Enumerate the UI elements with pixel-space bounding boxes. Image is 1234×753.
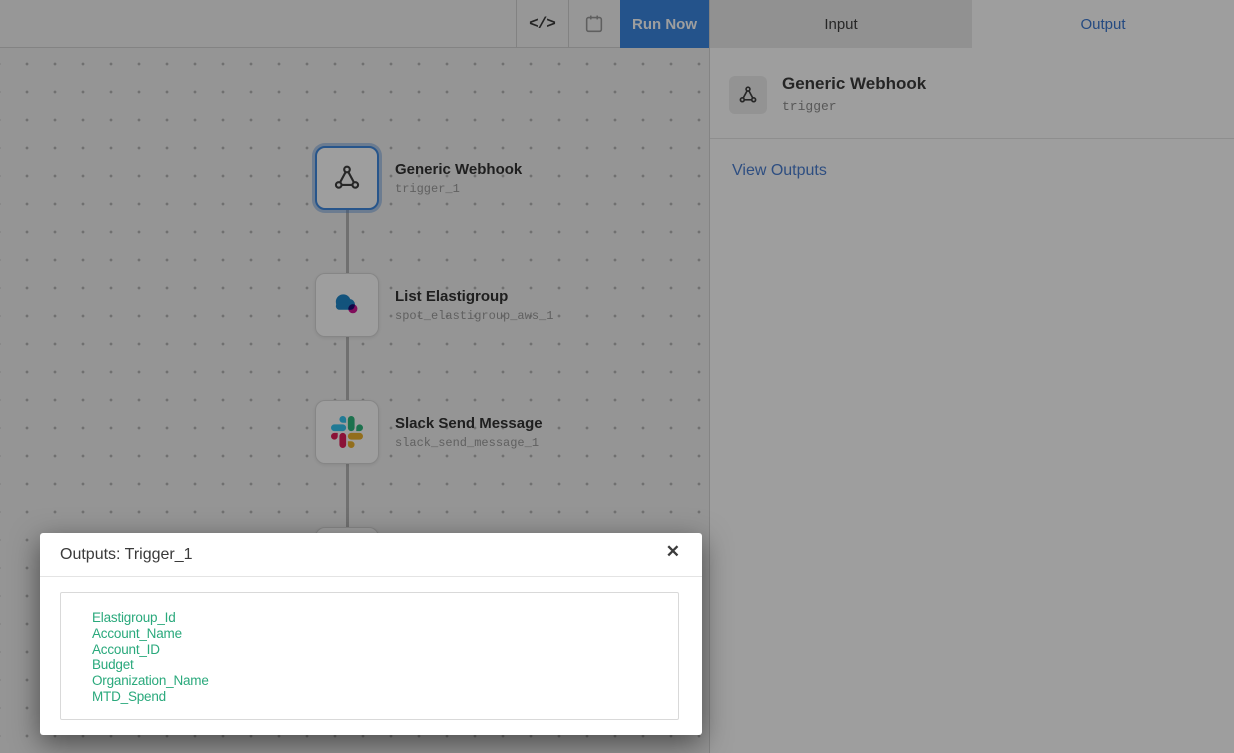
modal-header: Outputs: Trigger_1 ✕ <box>40 533 702 577</box>
output-item[interactable]: Account_ID <box>92 642 678 658</box>
output-item[interactable]: Organization_Name <box>92 673 678 689</box>
outputs-modal: Outputs: Trigger_1 ✕ Elastigroup_Id Acco… <box>40 533 702 735</box>
app-window: </> Run Now Input Output <box>0 0 1234 753</box>
output-item[interactable]: MTD_Spend <box>92 689 678 705</box>
output-item[interactable]: Elastigroup_Id <box>92 610 678 626</box>
output-item[interactable]: Account_Name <box>92 626 678 642</box>
output-item[interactable]: Budget <box>92 657 678 673</box>
outputs-list-box: Elastigroup_Id Account_Name Account_ID B… <box>60 592 679 720</box>
close-icon[interactable]: ✕ <box>666 543 680 560</box>
modal-title: Outputs: Trigger_1 <box>60 546 193 564</box>
